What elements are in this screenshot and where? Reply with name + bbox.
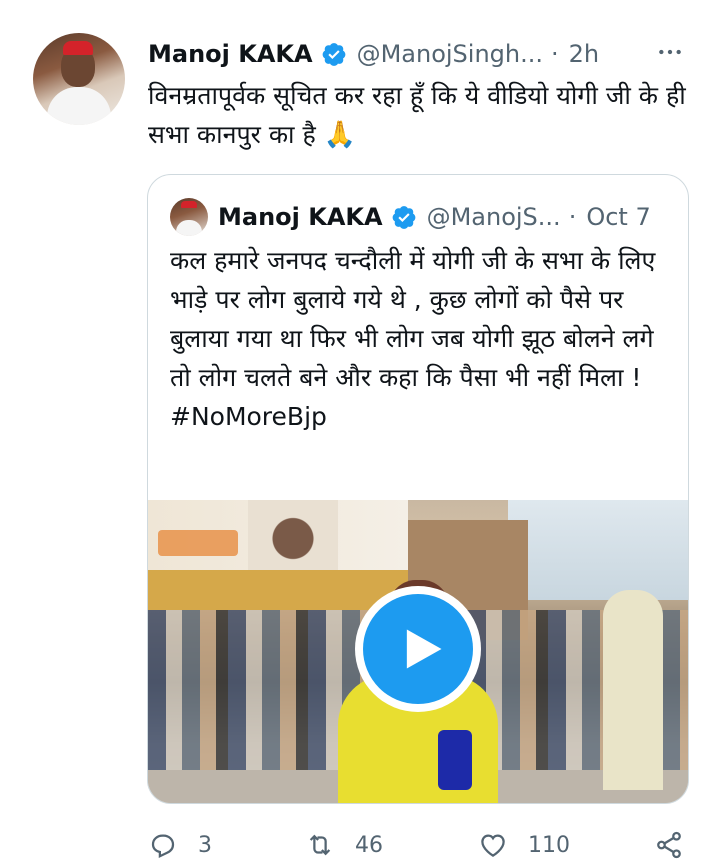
separator-dot: · <box>551 40 559 68</box>
hashtag-link[interactable]: #NoMoreBjp <box>170 397 675 436</box>
more-icon[interactable] <box>656 38 684 66</box>
like-button[interactable]: 110 <box>478 830 570 860</box>
quoted-tweet-time: Oct 7 <box>586 203 651 231</box>
quoted-author-handle: @ManojS... <box>426 203 561 231</box>
quoted-tweet-body: कल हमारे जनपद चन्दौली में योगी जी के सभा… <box>170 246 656 392</box>
tweet-time[interactable]: 2h <box>569 40 599 68</box>
tweet-body: विनम्रतापूर्वक सूचित कर रहा हूँ कि ये वी… <box>148 81 686 149</box>
tweet-text: विनम्रतापूर्वक सूचित कर रहा हूँ कि ये वी… <box>148 76 688 155</box>
reply-icon <box>151 834 175 859</box>
retweet-button[interactable]: 46 <box>305 830 383 860</box>
quoted-tweet-text: कल हमारे जनपद चन्दौली में योगी जी के सभा… <box>170 241 675 436</box>
like-count: 110 <box>528 832 570 858</box>
retweet-icon <box>309 834 331 856</box>
separator-dot: · <box>568 203 577 231</box>
share-icon <box>657 831 681 859</box>
tweet-header: Manoj KAKA @ManojSingh... · 2h <box>148 36 706 72</box>
author-avatar[interactable] <box>33 33 125 125</box>
retweet-count: 46 <box>355 832 383 858</box>
verified-badge-icon <box>392 206 415 229</box>
reply-button[interactable]: 3 <box>148 830 212 860</box>
verified-badge-icon <box>322 43 345 66</box>
play-icon <box>406 629 442 669</box>
quoted-author-name: Manoj KAKA <box>218 203 383 231</box>
author-name[interactable]: Manoj KAKA <box>148 40 313 68</box>
play-button[interactable] <box>355 586 481 712</box>
action-bar: 3 46 110 <box>0 820 706 868</box>
share-button[interactable] <box>654 830 704 860</box>
quoted-author-avatar <box>170 198 208 236</box>
video-thumbnail[interactable] <box>148 500 688 803</box>
like-icon <box>481 834 505 857</box>
reply-count: 3 <box>198 832 212 858</box>
folded-hands-emoji: 🙏 <box>323 120 357 150</box>
quoted-tweet[interactable]: Manoj KAKA @ManojS... · Oct 7 कल हमारे ज… <box>147 174 689 804</box>
author-handle[interactable]: @ManojSingh... <box>357 40 543 68</box>
quoted-tweet-header: Manoj KAKA @ManojS... · Oct 7 <box>218 199 670 235</box>
